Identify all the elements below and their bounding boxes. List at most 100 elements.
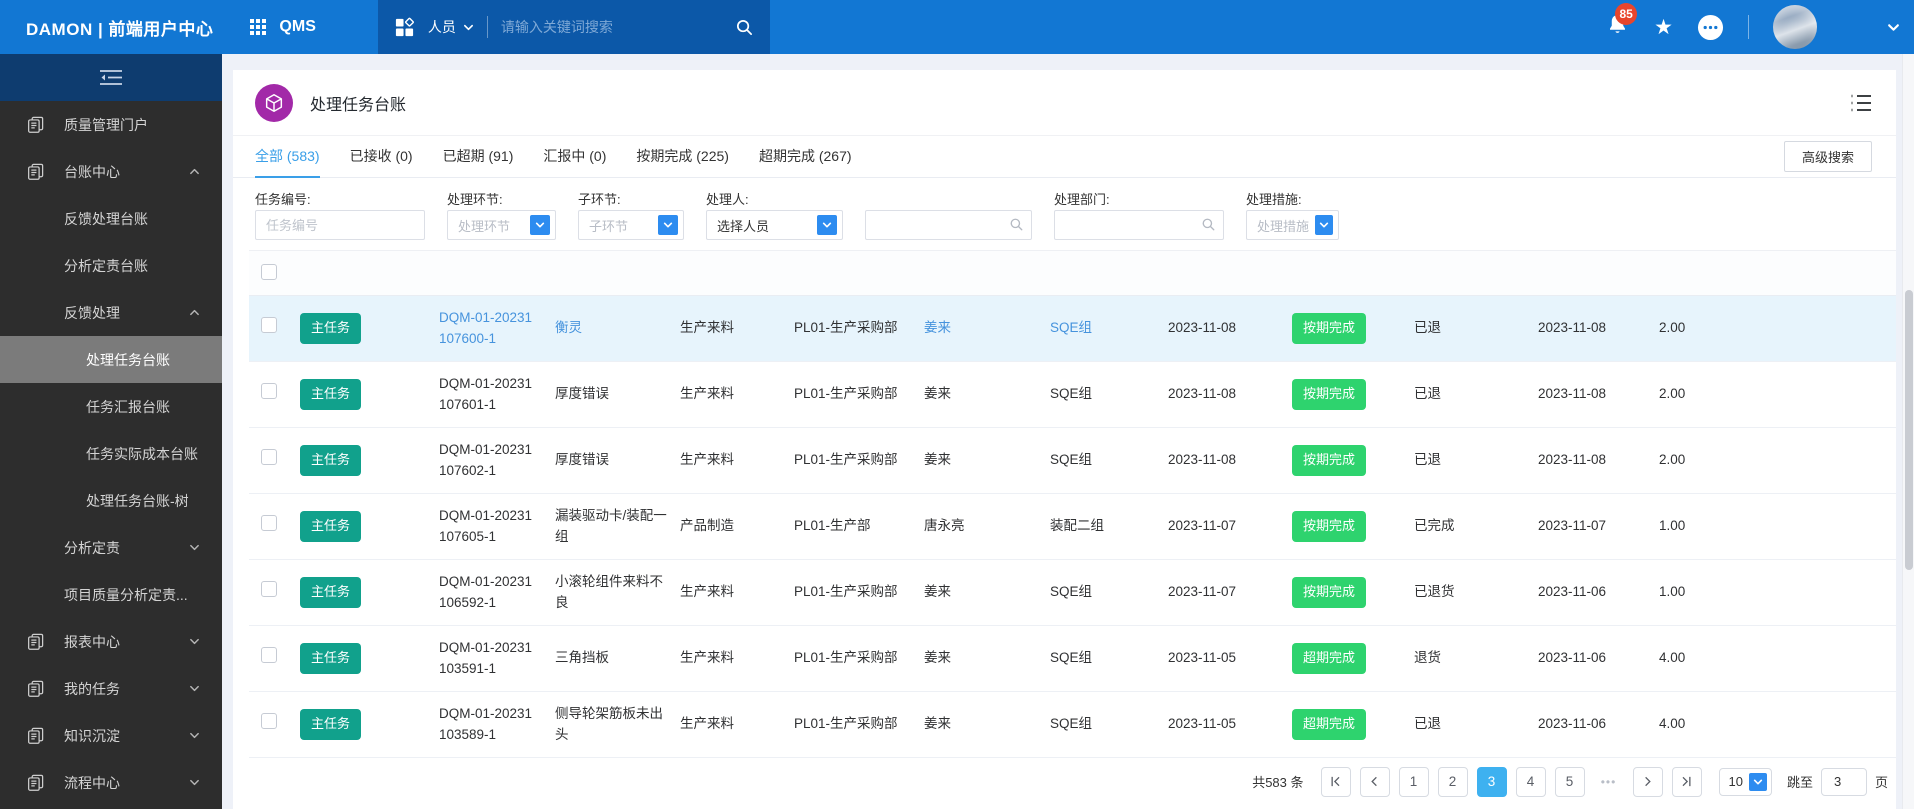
sidebar-item[interactable]: 反馈处理 [0, 289, 222, 336]
sidebar-item[interactable]: 任务实际成本台账 [0, 430, 222, 477]
row-checkbox[interactable] [261, 317, 277, 334]
user-avatar[interactable] [1773, 5, 1817, 49]
days-cell: 1.00 [1659, 584, 1686, 600]
row-checkbox[interactable] [261, 713, 277, 730]
person-link[interactable]: 姜来 [912, 450, 1038, 471]
person-link[interactable]: 姜来 [912, 714, 1038, 735]
tab[interactable]: 已接收 (0) [350, 136, 413, 178]
notifications-button[interactable]: 85 [1605, 3, 1638, 42]
divider [1748, 15, 1749, 39]
row-checkbox[interactable] [261, 647, 277, 664]
issue-link[interactable]: 三角挡板 [543, 648, 668, 669]
due-date-cell: 2023-11-07 [1168, 518, 1237, 534]
task-code-link[interactable]: DQM-01-20231 106592-1 [427, 572, 543, 614]
person-link[interactable]: 唐永亮 [912, 516, 1038, 537]
sidebar-item[interactable]: 我的任务 [0, 665, 222, 712]
page-button-4[interactable]: 4 [1515, 766, 1546, 797]
row-checkbox[interactable] [261, 383, 277, 400]
search-icon [1009, 217, 1024, 232]
first-page-button[interactable] [1320, 766, 1351, 797]
sidebar-item[interactable]: 台账中心 [0, 148, 222, 195]
sidebar-item[interactable]: 流程中心 [0, 759, 222, 806]
select-all-checkbox[interactable] [261, 263, 277, 280]
dept-link[interactable]: SQE组 [1038, 384, 1156, 405]
app-switcher[interactable]: QMS [249, 18, 316, 36]
tab[interactable]: 按期完成 (225) [636, 136, 729, 178]
page-button-3[interactable]: 3 [1476, 766, 1507, 797]
tab[interactable]: 汇报中 (0) [543, 136, 606, 178]
component-icon [394, 17, 415, 38]
sidebar-item[interactable]: 处理任务台账 [0, 336, 222, 383]
person-link[interactable]: 姜来 [912, 582, 1038, 603]
dept-link[interactable]: SQE组 [1038, 582, 1156, 603]
prev-page-button[interactable] [1359, 766, 1390, 797]
more-ellipsis-icon[interactable] [1697, 14, 1724, 41]
tab[interactable]: 全部 (583) [255, 136, 320, 178]
sidebar-item[interactable]: 任务汇报台账 [0, 383, 222, 430]
issue-link[interactable]: 厚度错误 [543, 384, 668, 405]
last-page-button[interactable] [1671, 766, 1702, 797]
person-select[interactable]: 选择人员 [706, 210, 843, 240]
list-view-icon[interactable] [1850, 94, 1872, 112]
page-button-2[interactable]: 2 [1437, 766, 1468, 797]
chevron-down-icon [530, 215, 550, 235]
dept-search-input[interactable] [1054, 210, 1224, 240]
global-search-input[interactable]: 请输入关键词搜索 [501, 17, 722, 37]
jump-page-input[interactable] [1820, 767, 1867, 796]
sidebar-item[interactable]: 处理任务台账-树 [0, 477, 222, 524]
task-no-input[interactable] [255, 210, 425, 240]
dept-link[interactable]: 装配二组 [1038, 516, 1156, 537]
sidebar-item[interactable]: 报表中心 [0, 618, 222, 665]
task-code-link[interactable]: DQM-01-20231 107600-1 [427, 308, 543, 350]
sidebar-collapse-button[interactable] [0, 54, 222, 101]
tab[interactable]: 超期完成 (267) [759, 136, 852, 178]
sidebar-item[interactable]: 知识沉淀 [0, 712, 222, 759]
issue-link[interactable]: 厚度错误 [543, 450, 668, 471]
sidebar-item[interactable]: 分析定责 [0, 524, 222, 571]
dept-link[interactable]: SQE组 [1038, 714, 1156, 735]
task-code-link[interactable]: DQM-01-20231 107601-1 [427, 374, 543, 416]
sidebar-item[interactable]: 分析定责台账 [0, 242, 222, 289]
issue-link[interactable]: 漏装驱动卡/装配一组 [543, 506, 668, 548]
task-type-badge: 主任务 [300, 379, 362, 410]
task-code-link[interactable]: DQM-01-20231 103589-1 [427, 704, 543, 746]
search-icon[interactable] [735, 18, 754, 37]
sidebar-item[interactable]: 质量管理门户 [0, 101, 222, 148]
person-search-input[interactable] [865, 210, 1032, 240]
advanced-search-button[interactable]: 高级搜索 [1783, 141, 1872, 172]
task-code-link[interactable]: DQM-01-20231 107602-1 [427, 440, 543, 482]
dept-link[interactable]: SQE组 [1038, 648, 1156, 669]
row-checkbox[interactable] [261, 449, 277, 466]
page-size-select[interactable]: 10 [1718, 767, 1772, 796]
sidebar-item[interactable]: 反馈处理台账 [0, 195, 222, 242]
tab[interactable]: 已超期 (91) [443, 136, 514, 178]
measure-select[interactable]: 处理措施 [1246, 210, 1339, 240]
chevron-down-icon[interactable] [1887, 21, 1900, 34]
person-link[interactable]: 姜来 [912, 318, 1038, 339]
issue-link[interactable]: 侧导轮架筋板未出头 [543, 704, 668, 746]
sub-stage-select[interactable]: 子环节 [578, 210, 684, 240]
next-page-button[interactable] [1632, 766, 1663, 797]
search-category-select[interactable]: 人员 [428, 17, 474, 37]
person-link[interactable]: 姜来 [912, 384, 1038, 405]
page-button-1[interactable]: 1 [1398, 766, 1429, 797]
status-badge: 超期完成 [1292, 643, 1367, 674]
stage-select[interactable]: 处理环节 [447, 210, 556, 240]
task-code-link[interactable]: DQM-01-20231 103591-1 [427, 638, 543, 680]
dept-link[interactable]: SQE组 [1038, 318, 1156, 339]
issue-link[interactable]: 衡灵 [543, 318, 668, 339]
issue-link[interactable]: 小滚轮组件来料不良 [543, 572, 668, 614]
filter-label: 子环节: [578, 191, 621, 207]
task-code-link[interactable]: DQM-01-20231 107605-1 [427, 506, 543, 548]
due-date-cell: 2023-11-05 [1168, 650, 1237, 666]
row-checkbox[interactable] [261, 515, 277, 532]
table-row: 主任务 DQM-01-20231 106592-1 小滚轮组件来料不良 生产来料 … [249, 560, 1896, 626]
global-search: 人员 请输入关键词搜索 [377, 0, 770, 54]
dept-link[interactable]: SQE组 [1038, 450, 1156, 471]
filter-label: 处理人: [706, 191, 749, 207]
row-checkbox[interactable] [261, 581, 277, 598]
person-link[interactable]: 姜来 [912, 648, 1038, 669]
page-button-5[interactable]: 5 [1554, 766, 1585, 797]
sidebar-item[interactable]: 项目质量分析定责... [0, 571, 222, 618]
favorites-star-icon[interactable]: ★ [1654, 17, 1673, 38]
